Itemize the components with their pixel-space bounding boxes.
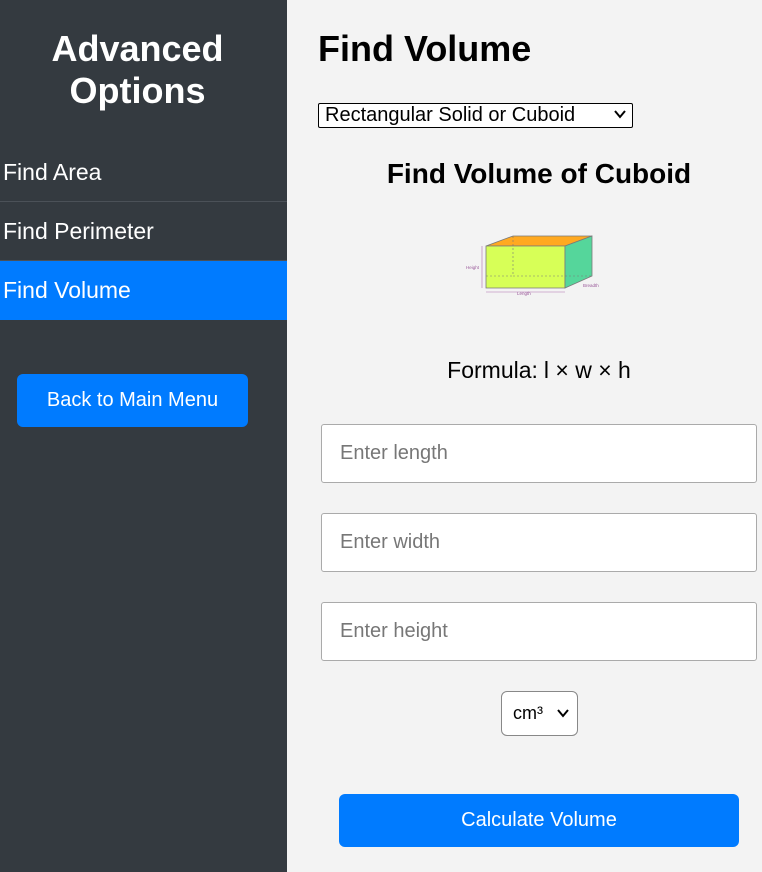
cuboid-diagram: Height Length Breadth — [466, 235, 599, 296]
unit-select[interactable]: cm³ — [501, 691, 578, 736]
sidebar: Advanced Options Find Area Find Perimete… — [0, 0, 287, 872]
length-input[interactable] — [321, 424, 757, 483]
formula: Formula: l × w × h — [287, 357, 762, 384]
chevron-down-icon — [557, 709, 569, 718]
sidebar-title: Advanced Options — [51, 28, 224, 111]
shape-subtitle: Find Volume of Cuboid — [386, 158, 692, 189]
sidebar-item-find-volume[interactable]: Find Volume — [0, 261, 287, 320]
breadth-label: Breadth — [583, 283, 599, 288]
calculate-volume-button[interactable]: Calculate Volume — [339, 794, 739, 847]
shape-select-value: Rectangular Solid or Cuboid — [325, 104, 576, 126]
height-label: Height — [466, 265, 480, 270]
height-input[interactable] — [321, 602, 757, 661]
cuboid-front-face — [485, 245, 566, 289]
formula-expression: l × w × h — [543, 357, 631, 383]
unit-select-value: cm³ — [513, 703, 543, 723]
width-input[interactable] — [321, 513, 757, 572]
chevron-down-icon — [614, 110, 626, 119]
length-label: Length — [517, 291, 531, 296]
sidebar-item-find-perimeter[interactable]: Find Perimeter — [0, 202, 287, 261]
back-to-main-menu-button[interactable]: Back to Main Menu — [17, 374, 248, 427]
shape-select[interactable]: Rectangular Solid or Cuboid — [318, 103, 633, 128]
page-title: Find Volume — [318, 28, 532, 69]
sidebar-item-find-area[interactable]: Find Area — [0, 143, 287, 202]
formula-label: Formula: — [447, 357, 538, 383]
main-panel: Find Volume Rectangular Solid or Cuboid … — [287, 0, 762, 872]
